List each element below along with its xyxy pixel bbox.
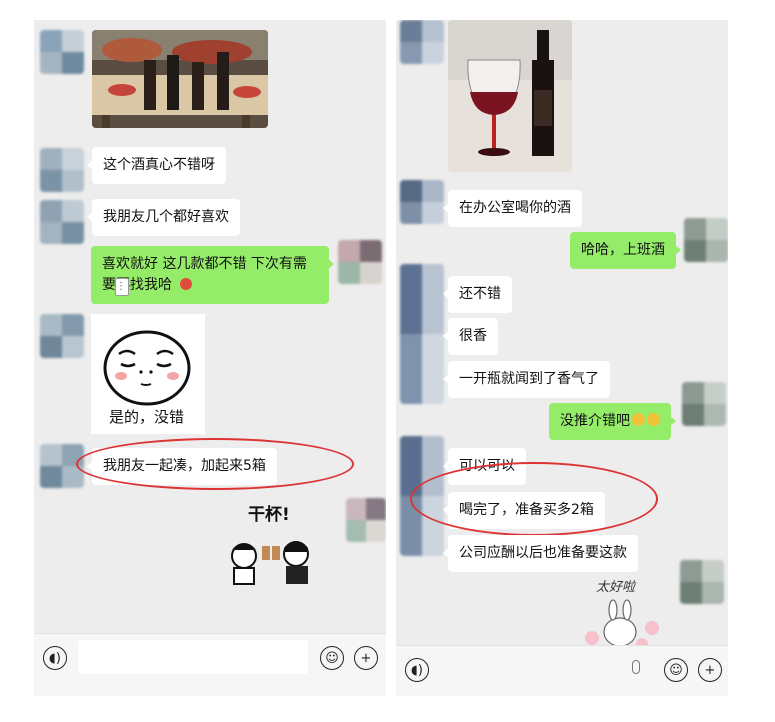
emoji-icon[interactable]: ☺: [664, 658, 688, 682]
wine-glass-photo[interactable]: [448, 20, 572, 172]
sticker-face-art: [103, 330, 191, 406]
my-avatar[interactable]: [680, 560, 724, 604]
left-chat-screenshot: 这个酒真心不错呀 我朋友几个都好喜欢 喜欢就好 这几款都不错 下次有需 要再找我…: [34, 20, 386, 696]
my-avatar[interactable]: [346, 498, 386, 542]
voice-icon[interactable]: ◖): [405, 658, 429, 682]
message-input[interactable]: [78, 640, 308, 674]
chat-input-bar: ◖) ☺ +: [34, 633, 386, 696]
chat-input-bar: ◖) ☺ +: [396, 645, 728, 696]
message-line: 喜欢就好 这几款都不错 下次有需: [102, 256, 307, 272]
message-bubble[interactable]: 这个酒真心不错呀: [87, 147, 226, 184]
sticker-caption: 是的，没错: [109, 408, 185, 426]
message-text: 没推介错吧: [560, 413, 630, 429]
message-bubble-outgoing[interactable]: 喜欢就好 这几款都不错 下次有需 要再找我哈 ⋮⋮: [91, 246, 334, 304]
message-bubble-outgoing[interactable]: 没推介错吧: [549, 403, 676, 440]
laughing-emoji-icon: [647, 413, 660, 426]
message-bubble[interactable]: 公司应酬以后也准备要这款: [443, 535, 638, 572]
contact-avatar[interactable]: [400, 20, 444, 64]
bunny-sticker-art: [585, 599, 659, 650]
face-emoji-icon: [180, 278, 193, 290]
contact-avatar[interactable]: [400, 264, 444, 404]
message-bubble[interactable]: 还不错: [443, 276, 512, 313]
contact-avatar[interactable]: [40, 200, 84, 244]
emoji-icon[interactable]: ☺: [320, 646, 344, 670]
voice-icon[interactable]: ◖): [43, 646, 67, 670]
laughing-emoji-icon: [632, 413, 645, 426]
sticker-tai-hao-la[interactable]: 太好啦: [582, 576, 674, 654]
contact-avatar[interactable]: [400, 180, 444, 224]
message-bubble[interactable]: 一开瓶就闻到了香气了: [443, 361, 610, 398]
red-annotation-ellipse: [76, 438, 354, 490]
message-bubble[interactable]: 很香: [443, 318, 498, 355]
message-line: 要再找我哈: [102, 277, 172, 293]
wine-glass-photo-art: [448, 20, 572, 172]
wine-picnic-photo-art: [92, 30, 268, 128]
message-bubble[interactable]: 在办公室喝你的酒: [443, 190, 582, 227]
my-avatar[interactable]: [684, 218, 728, 262]
contact-avatar[interactable]: [40, 148, 84, 192]
sticker-cheers-art: [231, 541, 309, 585]
plus-icon[interactable]: +: [354, 646, 378, 670]
message-bubble[interactable]: 我朋友几个都好喜欢: [87, 199, 240, 236]
sticker-cheers[interactable]: 干杯!: [214, 498, 334, 594]
drag-handle-icon[interactable]: ⋮⋮: [115, 278, 136, 296]
sticker-shi-de-mei-cuo[interactable]: 是的，没错: [91, 314, 205, 434]
mic-icon[interactable]: [632, 660, 640, 674]
right-chat-screenshot: 在办公室喝你的酒 哈哈，上班酒 还不错 很香 一开瓶就闻到了香气了 没推介错吧 …: [396, 20, 728, 696]
wine-picnic-photo[interactable]: [92, 30, 268, 128]
message-bubble-outgoing[interactable]: 哈哈，上班酒: [570, 232, 681, 269]
contact-avatar[interactable]: [40, 30, 84, 74]
my-avatar[interactable]: [338, 240, 382, 284]
my-avatar[interactable]: [682, 382, 726, 426]
red-annotation-ellipse: [410, 462, 658, 536]
contact-avatar[interactable]: [40, 314, 84, 358]
plus-icon[interactable]: +: [698, 658, 722, 682]
